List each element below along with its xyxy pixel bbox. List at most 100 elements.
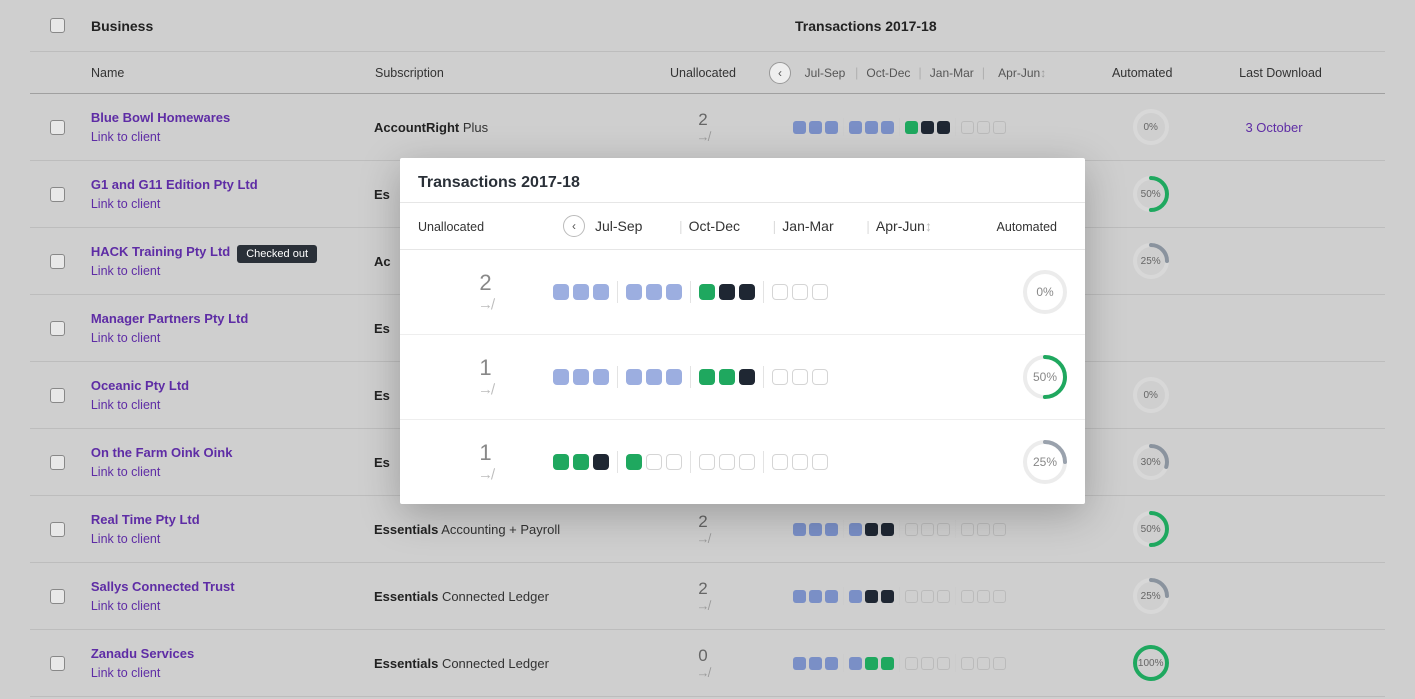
subscription-detail: Connected Ledger [438, 656, 549, 671]
popup-row: 1 ↛ 50% [400, 335, 1085, 420]
quarter-blocks [793, 118, 1066, 136]
automated-gauge: 25% [1066, 578, 1236, 614]
col-last-download[interactable]: Last Download [1239, 66, 1326, 80]
unallocated-icon: ↛ [643, 599, 763, 612]
row-checkbox[interactable] [50, 656, 65, 671]
last-download-link[interactable]: 3 October [1245, 120, 1302, 135]
quarter-headers: Jul-Sep| Oct-Dec| Jan-Mar| Apr-Jun [795, 65, 1059, 80]
subscription-name: Ac [374, 254, 391, 269]
transactions-group-header: Transactions 2017-18 [795, 18, 1035, 34]
prev-period-button[interactable]: ‹ [769, 62, 791, 84]
link-to-client[interactable]: Link to client [91, 465, 160, 479]
row-checkbox[interactable] [50, 589, 65, 604]
business-name-link[interactable]: HACK Training Pty Ltd [91, 244, 230, 259]
col-q1[interactable]: Jul-Sep [795, 66, 855, 80]
popup-unallocated-count: 2 [418, 271, 553, 295]
col-q2[interactable]: Oct-Dec [858, 66, 918, 80]
unallocated-count: 2 [643, 580, 763, 599]
popup-automated-gauge: 0% [987, 270, 1067, 314]
row-checkbox[interactable] [50, 388, 65, 403]
business-name-link[interactable]: Zanadu Services [91, 646, 194, 661]
popup-unallocated-count: 1 [418, 356, 553, 380]
popup-row: 1 ↛ 25% [400, 420, 1085, 504]
subscription-name: Es [374, 388, 390, 403]
link-to-client[interactable]: Link to client [91, 599, 160, 613]
automated-gauge: 30% [1066, 444, 1236, 480]
popup-automated-gauge: 25% [987, 440, 1067, 484]
quarter-blocks [793, 587, 1066, 605]
row-checkbox[interactable] [50, 187, 65, 202]
select-all-checkbox[interactable] [50, 18, 65, 33]
popup-unallocated-icon: ↛ [478, 381, 493, 398]
quarter-blocks [793, 654, 1066, 672]
business-name-link[interactable]: Sallys Connected Trust [91, 579, 235, 594]
popup-col-q2[interactable]: Oct-Dec [689, 218, 767, 234]
popup-title: Transactions 2017-18 [400, 158, 1085, 202]
subscription-name: AccountRight [374, 120, 459, 135]
row-checkbox[interactable] [50, 254, 65, 269]
automated-gauge: 25% [1066, 243, 1236, 279]
col-q3[interactable]: Jan-Mar [922, 66, 982, 80]
table-row: Real Time Pty Ltd Link to client Essenti… [30, 496, 1385, 563]
col-subscription[interactable]: Subscription [375, 66, 444, 80]
business-name-link[interactable]: Real Time Pty Ltd [91, 512, 200, 527]
subscription-name: Es [374, 321, 390, 336]
business-name-link[interactable]: Manager Partners Pty Ltd [91, 311, 249, 326]
unallocated-icon: ↛ [643, 666, 763, 679]
automated-gauge: 100% [1066, 645, 1236, 681]
col-name[interactable]: Name [91, 66, 128, 80]
link-to-client[interactable]: Link to client [91, 130, 160, 144]
table-row: Zanadu Services Link to client Essential… [30, 630, 1385, 697]
table-header-columns: Name Subscription Unallocated ‹ Jul-Sep|… [30, 52, 1385, 94]
popup-col-q1[interactable]: Jul-Sep [595, 218, 673, 234]
subscription-name: Essentials [374, 656, 438, 671]
popup-prev-period-button[interactable]: ‹ [563, 215, 585, 237]
subscription-name: Es [374, 455, 390, 470]
popup-quarter-blocks [553, 366, 987, 388]
row-checkbox[interactable] [50, 455, 65, 470]
popup-col-q3[interactable]: Jan-Mar [782, 218, 860, 234]
table-row: Blue Bowl Homewares Link to client Accou… [30, 94, 1385, 161]
link-to-client[interactable]: Link to client [91, 197, 160, 211]
popup-unallocated-count: 1 [418, 441, 553, 465]
popup-unallocated-icon: ↛ [478, 466, 493, 483]
automated-gauge: 0% [1066, 377, 1236, 413]
link-to-client[interactable]: Link to client [91, 331, 160, 345]
business-name-link[interactable]: G1 and G11 Edition Pty Ltd [91, 177, 258, 192]
table-header-groups: Business Transactions 2017-18 [30, 0, 1385, 52]
unallocated-count: 0 [643, 647, 763, 666]
popup-quarter-blocks [553, 281, 987, 303]
unallocated-icon: ↛ [643, 532, 763, 545]
subscription-detail: Plus [459, 120, 488, 135]
subscription-detail: Accounting + Payroll [438, 522, 560, 537]
row-checkbox[interactable] [50, 321, 65, 336]
automated-gauge: 50% [1066, 511, 1236, 547]
subscription-name: Essentials [374, 522, 438, 537]
popup-col-q4[interactable]: Apr-Jun [876, 218, 954, 234]
popup-quarter-blocks [553, 451, 987, 473]
quarter-blocks [793, 520, 1066, 538]
business-name-link[interactable]: Oceanic Pty Ltd [91, 378, 189, 393]
unallocated-count: 2 [643, 513, 763, 532]
row-checkbox[interactable] [50, 522, 65, 537]
link-to-client[interactable]: Link to client [91, 666, 160, 680]
link-to-client[interactable]: Link to client [91, 532, 160, 546]
business-name-link[interactable]: On the Farm Oink Oink [91, 445, 233, 460]
popup-col-automated[interactable]: Automated [997, 220, 1061, 234]
row-checkbox[interactable] [50, 120, 65, 135]
automated-gauge: 50% [1066, 176, 1236, 212]
col-automated[interactable]: Automated [1112, 66, 1176, 80]
transactions-popup: Transactions 2017-18 Unallocated ‹ Jul-S… [400, 158, 1085, 504]
popup-col-unallocated[interactable]: Unallocated [418, 220, 488, 234]
business-group-header: Business [85, 18, 375, 34]
subscription-name: Essentials [374, 589, 438, 604]
business-name-link[interactable]: Blue Bowl Homewares [91, 110, 230, 125]
automated-gauge: 0% [1066, 109, 1236, 145]
link-to-client[interactable]: Link to client [91, 398, 160, 412]
unallocated-icon: ↛ [643, 130, 763, 143]
col-unallocated[interactable]: Unallocated [670, 66, 740, 80]
col-q4[interactable]: Apr-Jun [985, 66, 1059, 80]
link-to-client[interactable]: Link to client [91, 264, 160, 278]
subscription-detail: Connected Ledger [438, 589, 549, 604]
unallocated-count: 2 [643, 111, 763, 130]
